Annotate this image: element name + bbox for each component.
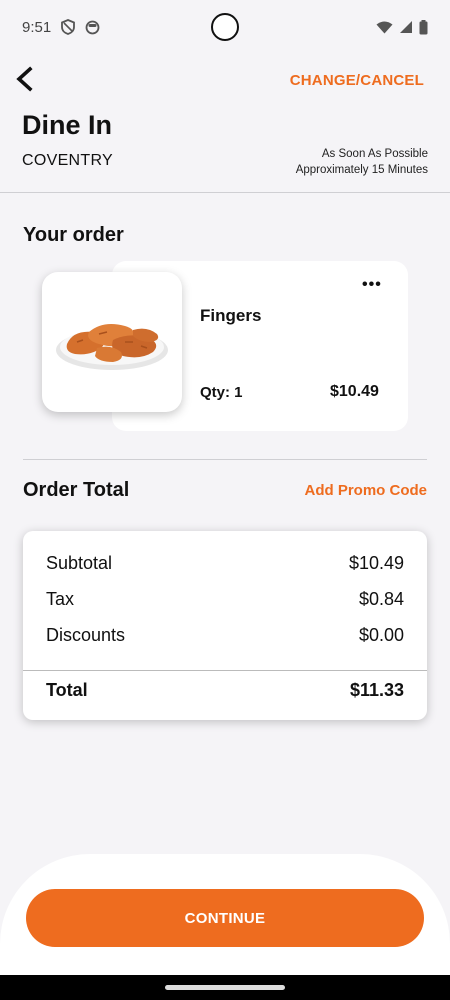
- face-icon: [85, 20, 100, 34]
- item-more-button[interactable]: •••: [362, 276, 382, 294]
- change-cancel-link[interactable]: CHANGE/CANCEL: [290, 72, 424, 89]
- subtotal-row: Subtotal $10.49: [46, 553, 404, 574]
- back-arrow-icon[interactable]: [14, 66, 38, 92]
- discounts-row: Discounts $0.00: [46, 625, 404, 646]
- add-promo-code-link[interactable]: Add Promo Code: [305, 482, 428, 499]
- total-value: $11.33: [349, 680, 404, 700]
- store-location: COVENTRY: [22, 152, 114, 169]
- total-separator: [23, 670, 427, 671]
- timing-estimate: Approximately 15 Minutes: [295, 164, 428, 176]
- chicken-fingers-image: [56, 324, 168, 370]
- total-label: Total: [46, 680, 88, 700]
- status-left: 9:51: [22, 19, 100, 36]
- item-image: [42, 272, 182, 412]
- system-nav-bar: [0, 975, 450, 1000]
- totals-card: Subtotal $10.49 Tax $0.84 Discounts $0.0…: [23, 531, 427, 720]
- signal-icon: [400, 21, 412, 33]
- battery-icon: [419, 19, 428, 34]
- discounts-label: Discounts: [46, 625, 126, 645]
- timing-asap: As Soon As Possible: [321, 148, 428, 160]
- tax-row: Tax $0.84: [46, 589, 404, 610]
- pickup-timing: As Soon As Possible Approximately 15 Min…: [296, 146, 428, 178]
- header-divider: [0, 192, 450, 193]
- total-row: Total $11.33: [46, 680, 404, 701]
- page-title: Dine In: [22, 110, 113, 140]
- camera-cutout: [211, 13, 239, 41]
- subtotal-label: Subtotal: [46, 553, 113, 573]
- status-time: 9:51: [22, 18, 52, 36]
- section-divider: [23, 459, 427, 460]
- order-header: CHANGE/CANCEL Dine In COVENTRY As Soon A…: [0, 60, 450, 192]
- continue-button[interactable]: CONTINUE: [26, 889, 424, 947]
- wifi-icon: [376, 21, 393, 33]
- item-quantity: Qty: 1: [200, 384, 243, 401]
- your-order-heading: Your order: [23, 224, 124, 246]
- tax-value: $0.84: [358, 589, 404, 609]
- discounts-value: $0.00: [358, 625, 404, 645]
- item-price: $10.49: [330, 383, 379, 400]
- shield-icon: [61, 19, 76, 35]
- home-gesture-handle[interactable]: [165, 985, 285, 990]
- tax-label: Tax: [46, 589, 75, 609]
- subtotal-value: $10.49: [348, 553, 404, 573]
- item-name: Fingers: [200, 306, 262, 325]
- order-total-heading: Order Total: [23, 479, 130, 501]
- status-right: [376, 19, 428, 35]
- status-bar: 9:51: [0, 0, 450, 54]
